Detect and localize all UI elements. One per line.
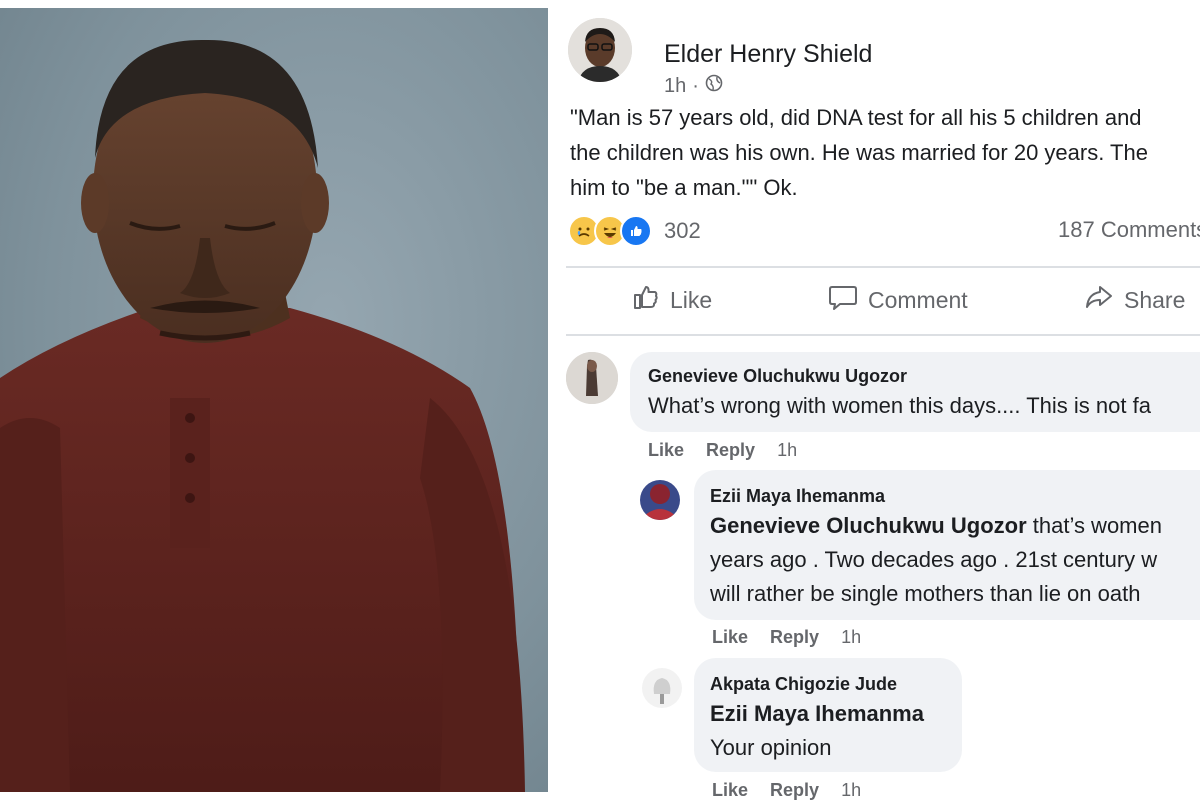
comment-time[interactable]: 1h — [841, 780, 861, 800]
comment-bubble: Akpata Chigozie Jude Ezii Maya Ihemanma … — [694, 658, 962, 772]
comment-like-link[interactable]: Like — [712, 780, 748, 800]
post-meta: 1h · — [664, 74, 723, 98]
comment-reply-link[interactable]: Reply — [770, 780, 819, 800]
facebook-post: Elder Henry Shield 1h · "Man is 57 years… — [548, 0, 1200, 800]
comment-like-link[interactable]: Like — [648, 440, 684, 461]
comment-time[interactable]: 1h — [841, 627, 861, 648]
divider — [566, 334, 1200, 336]
post-time[interactable]: 1h — [664, 75, 686, 98]
divider — [566, 266, 1200, 268]
post-text-line: the children was his own. He was married… — [570, 140, 1148, 165]
commenter-avatar[interactable] — [642, 668, 682, 708]
commenter-avatar[interactable] — [640, 480, 680, 520]
comment-bubble: Ezii Maya Ihemanma Genevieve Oluchukwu U… — [694, 470, 1200, 620]
comments-count[interactable]: 187 Comments — [1058, 217, 1200, 243]
comment-text-line: years ago . Two decades ago . 21st centu… — [710, 547, 1158, 572]
comment-bubble: Genevieve Oluchukwu Ugozor What’s wrong … — [630, 352, 1200, 432]
comment-text: What’s wrong with women this days.... Th… — [648, 393, 1151, 418]
comment-label: Comment — [868, 286, 968, 313]
comment-actions: Like Reply 1h — [712, 780, 861, 800]
commenter-avatar[interactable] — [566, 352, 618, 404]
comment-text-line: will rather be single mothers than lie o… — [710, 581, 1141, 606]
comment-actions: Like Reply 1h — [648, 440, 797, 461]
share-button[interactable]: Share — [1084, 283, 1185, 317]
comment-text-line: Genevieve Oluchukwu Ugozor that’s women — [710, 510, 1162, 542]
comment-reply-link[interactable]: Reply — [706, 440, 755, 461]
comment-button[interactable]: Comment — [828, 283, 968, 317]
comment-actions: Like Reply 1h — [712, 627, 861, 648]
post-actions: Like Comment Share — [548, 283, 1200, 319]
mention-tag[interactable]: Genevieve Oluchukwu Ugozor — [710, 513, 1027, 538]
comment-time[interactable]: 1h — [777, 440, 797, 461]
post-text: "Man is 57 years old, did DNA test for a… — [570, 100, 1200, 205]
man-portrait-image — [0, 39, 525, 792]
comment-text-part: that’s women — [1026, 513, 1162, 538]
reactions-summary[interactable]: 302 — [568, 215, 701, 247]
post-text-line: him to "be a man."" Ok. — [570, 175, 798, 200]
like-reaction-icon — [620, 215, 652, 247]
author-avatar[interactable] — [568, 18, 632, 82]
comment-reply-link[interactable]: Reply — [770, 627, 819, 648]
globe-icon — [705, 74, 723, 98]
comment-bubble-icon — [828, 283, 858, 317]
thumbs-up-icon — [632, 283, 660, 317]
commenter-name[interactable]: Ezii Maya Ihemanma — [710, 486, 885, 507]
share-label: Share — [1124, 286, 1186, 313]
post-text-line: "Man is 57 years old, did DNA test for a… — [570, 105, 1142, 130]
reaction-count: 302 — [664, 218, 701, 243]
post-photo — [0, 8, 548, 792]
like-label: Like — [670, 286, 713, 313]
author-name[interactable]: Elder Henry Shield — [664, 40, 872, 69]
commenter-name[interactable]: Akpata Chigozie Jude — [710, 674, 897, 695]
comment-like-link[interactable]: Like — [712, 627, 748, 648]
comment-text: Your opinion — [710, 735, 832, 760]
share-arrow-icon — [1084, 283, 1114, 317]
like-button[interactable]: Like — [632, 283, 712, 317]
commenter-name[interactable]: Genevieve Oluchukwu Ugozor — [648, 366, 907, 387]
mention-tag[interactable]: Ezii Maya Ihemanma — [710, 698, 924, 730]
